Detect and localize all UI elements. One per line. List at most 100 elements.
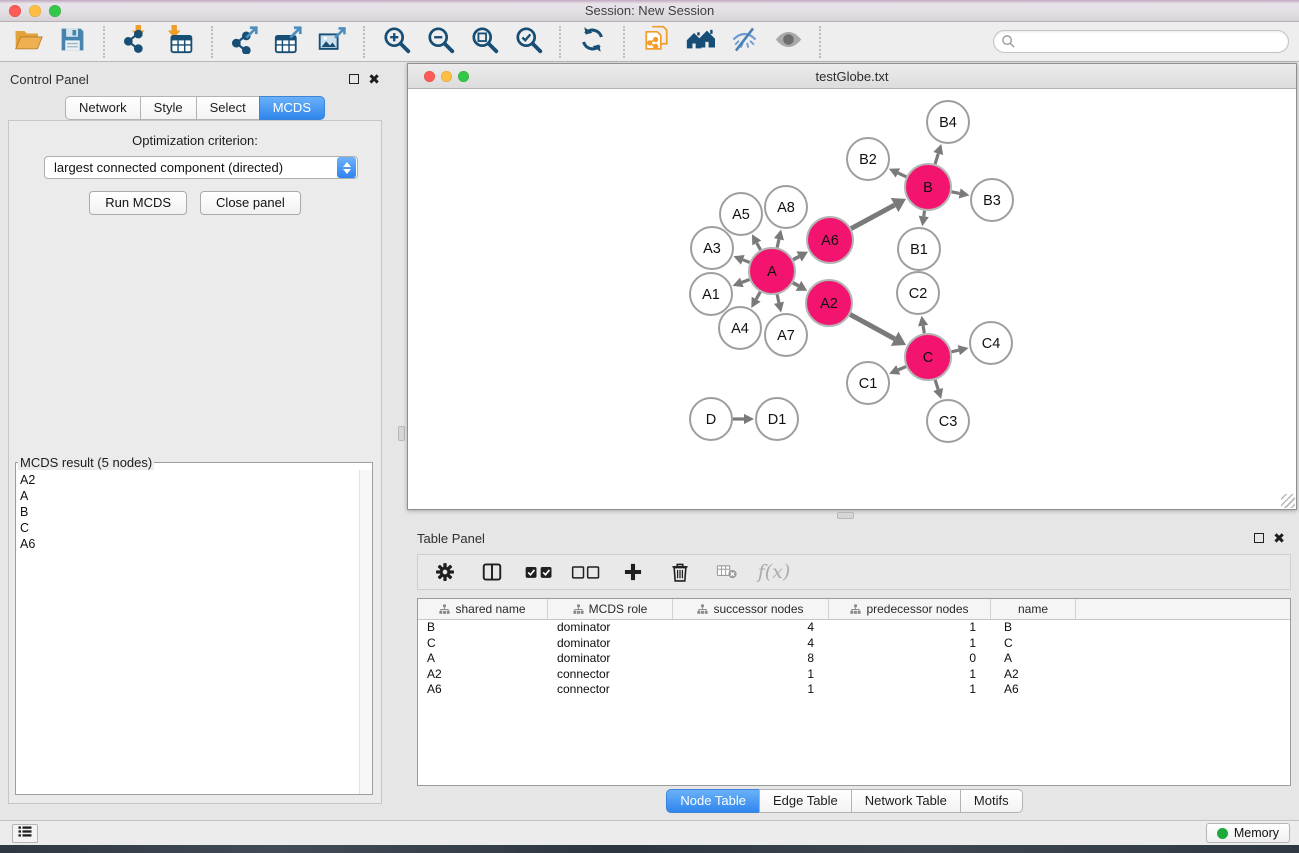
node-A4[interactable]: A4 bbox=[719, 307, 761, 349]
run-mcds-button[interactable]: Run MCDS bbox=[89, 191, 187, 215]
edge-C-C4[interactable] bbox=[951, 345, 968, 355]
memory-button[interactable]: Memory bbox=[1206, 823, 1290, 843]
edge-A-A5[interactable] bbox=[752, 234, 761, 250]
export-image-button[interactable] bbox=[316, 26, 348, 58]
network-zoom-button[interactable] bbox=[458, 71, 469, 82]
horizontal-divider-grip[interactable] bbox=[837, 512, 854, 519]
close-panel-button[interactable]: Close panel bbox=[200, 191, 301, 215]
edge-C-C2[interactable] bbox=[918, 316, 928, 334]
network-close-button[interactable] bbox=[424, 71, 435, 82]
first-neighbors-button[interactable] bbox=[684, 26, 716, 58]
node-A2[interactable]: A2 bbox=[806, 280, 852, 326]
node-A5[interactable]: A5 bbox=[720, 193, 762, 235]
node-B1[interactable]: B1 bbox=[898, 228, 940, 270]
select-all-button[interactable] bbox=[526, 559, 552, 585]
task-history-button[interactable] bbox=[12, 824, 38, 843]
tab-mcds[interactable]: MCDS bbox=[259, 96, 325, 120]
node-A1[interactable]: A1 bbox=[690, 273, 732, 315]
node-A3[interactable]: A3 bbox=[691, 227, 733, 269]
table-row[interactable]: Adominator80A bbox=[418, 651, 1290, 667]
edge-B-B3[interactable] bbox=[952, 188, 970, 198]
table-row[interactable]: Cdominator41C bbox=[418, 636, 1290, 652]
edge-A2-C[interactable] bbox=[850, 314, 906, 345]
node-C[interactable]: C bbox=[905, 334, 951, 380]
close-table-panel-icon[interactable]: ✖ bbox=[1273, 531, 1285, 545]
node-B3[interactable]: B3 bbox=[971, 179, 1013, 221]
column-header-shared-name[interactable]: shared name bbox=[418, 599, 548, 619]
result-item[interactable]: A bbox=[20, 488, 359, 504]
zoom-in-button[interactable] bbox=[380, 26, 412, 58]
edge-A-A4[interactable] bbox=[751, 292, 760, 308]
panel-divider-grip[interactable] bbox=[398, 426, 405, 441]
delete-row-button[interactable] bbox=[667, 559, 693, 585]
table-row[interactable]: A6connector11A6 bbox=[418, 682, 1290, 698]
search-input[interactable] bbox=[993, 30, 1289, 53]
edge-B-B1[interactable] bbox=[919, 211, 929, 226]
window-resize-grip[interactable] bbox=[1281, 494, 1295, 508]
save-session-button[interactable] bbox=[56, 26, 88, 58]
tab-network-table[interactable]: Network Table bbox=[851, 789, 961, 813]
function-builder-button[interactable]: f(x) bbox=[761, 559, 787, 585]
add-row-button[interactable] bbox=[620, 559, 646, 585]
zoom-fit-button[interactable] bbox=[468, 26, 500, 58]
edge-A-A1[interactable] bbox=[733, 278, 750, 288]
column-header-mcds-role[interactable]: MCDS role bbox=[548, 599, 673, 619]
show-columns-button[interactable] bbox=[479, 559, 505, 585]
node-C2[interactable]: C2 bbox=[897, 272, 939, 314]
export-network-button[interactable] bbox=[228, 26, 260, 58]
import-table-button[interactable] bbox=[164, 26, 196, 58]
zoom-window-button[interactable] bbox=[49, 5, 61, 17]
float-panel-icon[interactable] bbox=[349, 74, 359, 84]
tab-edge-table[interactable]: Edge Table bbox=[759, 789, 852, 813]
network-minimize-button[interactable] bbox=[441, 71, 452, 82]
show-all-button[interactable] bbox=[772, 26, 804, 58]
network-canvas-area[interactable]: AA1A2A3A4A5A6A7A8BB1B2B3B4CC1C2C3C4DD1 bbox=[408, 90, 1296, 509]
edge-C-C1[interactable] bbox=[889, 365, 906, 374]
node-A7[interactable]: A7 bbox=[765, 314, 807, 356]
minimize-window-button[interactable] bbox=[29, 5, 41, 17]
float-table-panel-icon[interactable] bbox=[1254, 533, 1264, 543]
node-D[interactable]: D bbox=[690, 398, 732, 440]
node-B4[interactable]: B4 bbox=[927, 101, 969, 143]
search-box[interactable] bbox=[993, 30, 1289, 53]
tab-motifs[interactable]: Motifs bbox=[960, 789, 1023, 813]
edge-A-A6[interactable] bbox=[793, 251, 808, 261]
open-session-button[interactable] bbox=[12, 26, 44, 58]
result-scrollbar[interactable] bbox=[359, 470, 372, 794]
node-C1[interactable]: C1 bbox=[847, 362, 889, 404]
node-B2[interactable]: B2 bbox=[847, 138, 889, 180]
new-network-from-selection-button[interactable] bbox=[640, 26, 672, 58]
zoom-selected-button[interactable] bbox=[512, 26, 544, 58]
export-table-button[interactable] bbox=[272, 26, 304, 58]
zoom-out-button[interactable] bbox=[424, 26, 456, 58]
node-A8[interactable]: A8 bbox=[765, 186, 807, 228]
network-canvas[interactable]: AA1A2A3A4A5A6A7A8BB1B2B3B4CC1C2C3C4DD1 bbox=[408, 90, 1296, 509]
tab-node-table[interactable]: Node Table bbox=[666, 789, 760, 813]
table-row[interactable]: Bdominator41B bbox=[418, 620, 1290, 636]
result-item[interactable]: A2 bbox=[20, 472, 359, 488]
delete-table-button[interactable] bbox=[714, 559, 740, 585]
edge-B-B2[interactable] bbox=[889, 168, 906, 177]
node-D1[interactable]: D1 bbox=[756, 398, 798, 440]
result-item[interactable]: C bbox=[20, 520, 359, 536]
import-network-button[interactable] bbox=[120, 26, 152, 58]
result-item[interactable]: B bbox=[20, 504, 359, 520]
column-header-predecessor-nodes[interactable]: predecessor nodes bbox=[829, 599, 991, 619]
deselect-all-button[interactable] bbox=[573, 559, 599, 585]
node-C3[interactable]: C3 bbox=[927, 400, 969, 442]
node-B[interactable]: B bbox=[905, 164, 951, 210]
node-A[interactable]: A bbox=[749, 248, 795, 294]
table-row[interactable]: A2connector11A2 bbox=[418, 667, 1290, 683]
edge-A-A7[interactable] bbox=[774, 294, 784, 312]
edge-C-C3[interactable] bbox=[933, 380, 943, 399]
tab-select[interactable]: Select bbox=[196, 96, 260, 120]
edge-D-D1[interactable] bbox=[733, 414, 754, 424]
tab-style[interactable]: Style bbox=[140, 96, 197, 120]
close-panel-icon[interactable]: ✖ bbox=[368, 72, 380, 86]
edge-A-A2[interactable] bbox=[793, 281, 807, 291]
column-header-successor-nodes[interactable]: successor nodes bbox=[673, 599, 829, 619]
result-item[interactable]: A6 bbox=[20, 536, 359, 552]
column-header-name[interactable]: name bbox=[991, 599, 1076, 619]
edge-A6-B[interactable] bbox=[851, 198, 906, 229]
refresh-network-button[interactable] bbox=[576, 26, 608, 58]
